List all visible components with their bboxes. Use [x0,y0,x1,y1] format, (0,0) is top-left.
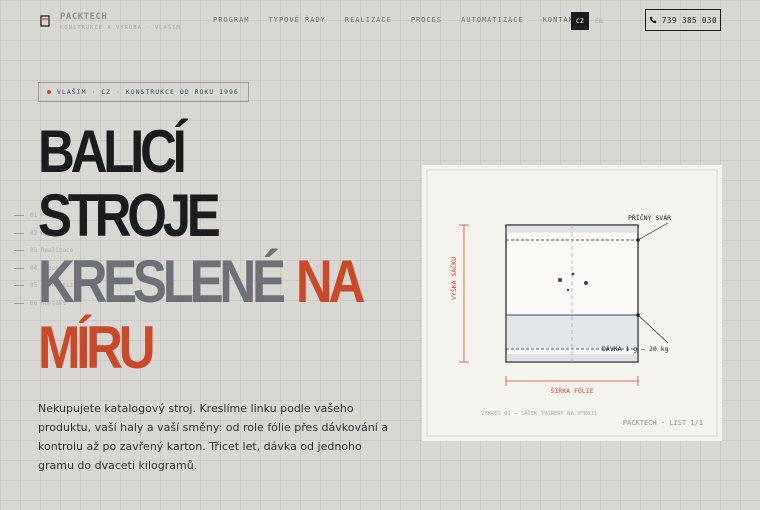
dose-leader-line [637,314,669,344]
phone-button[interactable]: 739 385 030 [645,9,721,31]
nav-item-proces[interactable]: PROCES [411,16,442,24]
brand-subtitle: KONSTRUKCE A VÝROBA · VLAŠIM [60,25,181,31]
brand-name: PACKTECH [60,12,108,22]
nav-item-program[interactable]: PROGRAM [213,16,250,24]
nav-item-automatizace[interactable]: AUTOMATIZACE [461,16,524,24]
language-switch: CZ EN [571,12,603,30]
headline-word-na: NA [295,248,365,315]
drawing-canvas: PŘÍČNÝ SVÁR DÁVKA 1 g — 20 kg VÝŠKA SÁČK… [426,169,718,437]
headline-line-3: KRESLENÉ NA [38,252,365,312]
product-particle [566,288,570,292]
main-nav: PROGRAM TYPOVÉ ŘADY REALIZACE PROCES AUT… [213,16,598,24]
product-particle [571,272,575,276]
lang-cz-button[interactable]: CZ [571,12,589,30]
logo-icon [40,15,50,27]
headline-line-4: MÍRU [38,314,156,381]
drawing-caption: VÝKRES 01 — SÁČEK TVOŘENÝ NA STROJI [481,409,597,417]
label-bag-height: VÝŠKA SÁČKU [449,257,458,300]
dose-leader-dot [636,313,640,317]
nav-item-realizace[interactable]: REALIZACE [345,16,392,24]
headline-line-1: BALICÍ [38,118,187,185]
technical-drawing: PŘÍČNÝ SVÁR DÁVKA 1 g — 20 kg VÝŠKA SÁČK… [422,165,722,441]
headline-word-kreslene: KRESLENÉ [38,248,286,315]
accent-dot [47,90,51,94]
location-tag: VLAŠIM · CZ · KONSTRUKCE OD ROKU 1996 [38,82,249,102]
location-tag-text: VLAŠIM · CZ · KONSTRUKCE OD ROKU 1996 [57,88,239,96]
phone-icon [649,16,657,24]
intro-paragraph: Nekupujete katalogový stroj. Kreslíme li… [38,402,389,472]
lang-en-button[interactable]: EN [595,17,603,25]
phone-number: 739 385 030 [661,15,718,25]
product-particle [584,281,588,285]
label-transverse-seal: PŘÍČNÝ SVÁR [628,213,671,222]
label-dose: DÁVKA 1 g — 20 kg [602,344,669,353]
product-particle [558,278,562,282]
brand-logo[interactable]: PACKTECH KONSTRUKCE A VÝROBA · VLAŠIM [40,12,181,31]
label-foil-width: ŠÍŘKA FÓLIE [550,386,593,395]
headline-line-2: STROJE [38,182,221,249]
seal-leader-dot [636,238,640,242]
drawing-sheet-label: PACKTECH · LIST 1/1 [623,419,703,427]
seal-leader-line [637,222,669,241]
nav-item-typove-rady[interactable]: TYPOVÉ ŘADY [269,16,326,24]
